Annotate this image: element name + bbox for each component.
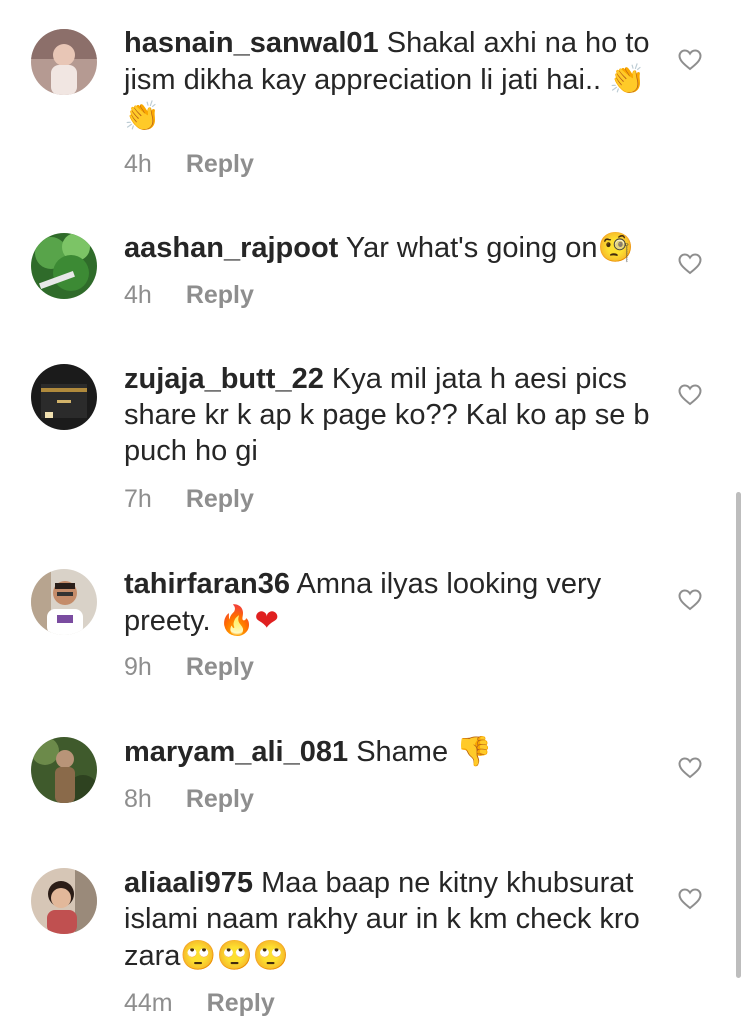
comment-body: aashan_rajpoot Yar what's going on🧐 xyxy=(124,229,664,266)
comment-meta: 7h Reply xyxy=(124,484,254,514)
comment-body: maryam_ali_081 Shame 👎 xyxy=(124,733,664,770)
reply-button[interactable]: Reply xyxy=(207,989,275,1017)
avatar[interactable] xyxy=(31,737,97,803)
reply-button[interactable]: Reply xyxy=(186,653,254,681)
comment-emoji: 🙄🙄🙄 xyxy=(180,938,289,972)
scrollbar[interactable] xyxy=(736,492,741,978)
comment-emoji: 🧐 xyxy=(597,230,634,264)
comment-body: tahirfaran36 Amna ilyas looking very pre… xyxy=(124,566,664,639)
comment-emoji: 🔥❤ xyxy=(218,603,279,637)
comment-text: Shame xyxy=(356,736,449,768)
comment-time: 44m xyxy=(124,989,173,1017)
comment-username[interactable]: aliaali975 xyxy=(124,867,253,899)
comment-time: 4h xyxy=(124,150,152,178)
comment-emoji: 👎 xyxy=(456,734,493,768)
avatar[interactable] xyxy=(31,364,97,430)
avatar[interactable] xyxy=(31,868,97,934)
comment-time: 7h xyxy=(124,485,152,513)
comment-meta: 8h Reply xyxy=(124,784,254,814)
heart-outline-icon[interactable] xyxy=(678,49,702,71)
comment-time: 4h xyxy=(124,281,152,309)
reply-button[interactable]: Reply xyxy=(186,281,254,309)
reply-button[interactable]: Reply xyxy=(186,150,254,178)
comment-text: Yar what's going on xyxy=(345,232,598,264)
comment-body: aliaali975 Maa baap ne kitny khubsurat i… xyxy=(124,865,664,974)
comment-time: 9h xyxy=(124,653,152,681)
comment-time: 8h xyxy=(124,785,152,813)
comment-username[interactable]: maryam_ali_081 xyxy=(124,736,348,768)
heart-outline-icon[interactable] xyxy=(678,253,702,275)
avatar[interactable] xyxy=(31,233,97,299)
avatar[interactable] xyxy=(31,29,97,95)
reply-button[interactable]: Reply xyxy=(186,485,254,513)
comment-body: zujaja_butt_22 Kya mil jata h aesi pics … xyxy=(124,361,664,469)
heart-outline-icon[interactable] xyxy=(678,589,702,611)
comment-username[interactable]: hasnain_sanwal01 xyxy=(124,27,379,59)
reply-button[interactable]: Reply xyxy=(186,785,254,813)
comment-username[interactable]: aashan_rajpoot xyxy=(124,232,338,264)
avatar[interactable] xyxy=(31,569,97,635)
comment-meta: 4h Reply xyxy=(124,149,254,179)
heart-outline-icon[interactable] xyxy=(678,757,702,779)
comment-meta: 4h Reply xyxy=(124,280,254,310)
comment-username[interactable]: tahirfaran36 xyxy=(124,568,290,600)
comment-meta: 9h Reply xyxy=(124,652,254,682)
comment-username[interactable]: zujaja_butt_22 xyxy=(124,363,324,395)
heart-outline-icon[interactable] xyxy=(678,888,702,910)
comment-body: hasnain_sanwal01 Shakal axhi na ho to ji… xyxy=(124,25,664,135)
comment-meta: 44m Reply xyxy=(124,988,275,1018)
heart-outline-icon[interactable] xyxy=(678,384,702,406)
